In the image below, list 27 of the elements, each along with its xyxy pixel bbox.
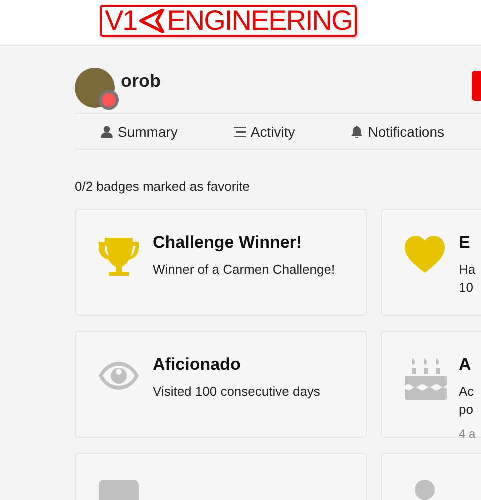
list-icon bbox=[234, 126, 246, 138]
badge-description: Visited 100 consecutive days bbox=[153, 383, 320, 401]
badge-title[interactable]: Challenge Winner! bbox=[153, 233, 336, 253]
badge-title[interactable]: E bbox=[459, 233, 476, 253]
badge-card[interactable]: A Ac po 4 a bbox=[381, 331, 481, 438]
bell-icon bbox=[351, 126, 364, 138]
arrowhead-icon bbox=[139, 9, 166, 33]
favorites-note: 0/2 badges marked as favorite bbox=[75, 179, 251, 194]
nav-tab[interactable]: Notifications bbox=[351, 124, 445, 140]
badge-card[interactable]: E Ha 10 bbox=[381, 209, 481, 316]
action-button[interactable] bbox=[472, 71, 481, 101]
granted-date: 4 a bbox=[459, 427, 476, 441]
badge-title[interactable]: Aficionado bbox=[153, 355, 320, 375]
nav-tab[interactable]: Summary bbox=[101, 124, 178, 140]
badge-description: Winner of a Carmen Challenge! bbox=[153, 261, 336, 279]
logo-text: ENGINEERING bbox=[167, 7, 352, 35]
badge-title[interactable]: A bbox=[459, 355, 476, 375]
nav-tab[interactable]: Activity bbox=[234, 124, 296, 140]
badge-card[interactable]: Challenge Winner! Winner of a Carmen Challenge! bbox=[75, 209, 367, 316]
status-dot bbox=[99, 90, 119, 110]
username: orob bbox=[121, 71, 161, 92]
person-icon bbox=[101, 126, 113, 138]
badge-description: Ac po bbox=[459, 383, 476, 419]
badge-card[interactable]: Aficionado Visited 100 consecutive days bbox=[75, 331, 367, 438]
badge-description: Ha 10 bbox=[459, 261, 476, 297]
site-logo[interactable]: V1 ENGINEERING bbox=[100, 5, 358, 37]
logo-text: V1 bbox=[105, 7, 138, 35]
